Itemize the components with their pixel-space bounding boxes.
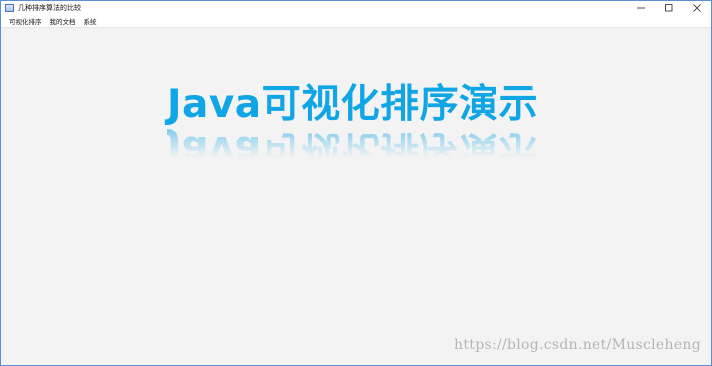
title-bar[interactable]: 几种排序算法的比较 [1,1,711,15]
maximize-button[interactable] [655,1,683,15]
menu-visual-sort[interactable]: 可视化排序 [5,16,46,26]
headline-title: Java可视化排序演示 [167,82,539,127]
window-controls [627,1,711,15]
headline-reflection: Java可视化排序演示 [167,127,539,172]
menu-system[interactable]: 系统 [80,16,101,26]
menu-bar: 可视化排序 我的文档 系统 [1,15,711,28]
close-icon [693,4,701,12]
minimize-icon [637,7,645,9]
maximize-icon [665,4,673,12]
window-title: 几种排序算法的比较 [18,4,81,12]
menu-my-documents[interactable]: 我的文档 [46,16,80,26]
main-content: Java可视化排序演示 Java可视化排序演示 https://blog.csd… [1,28,711,365]
app-window-icon [5,4,14,12]
application-window: 几种排序算法的比较 可视化排序 我的文档 系统 Java可视化排序演示 Java… [0,0,712,366]
close-button[interactable] [683,1,711,15]
watermark-url: https://blog.csdn.net/Muscleheng [454,337,701,353]
minimize-button[interactable] [627,1,655,15]
